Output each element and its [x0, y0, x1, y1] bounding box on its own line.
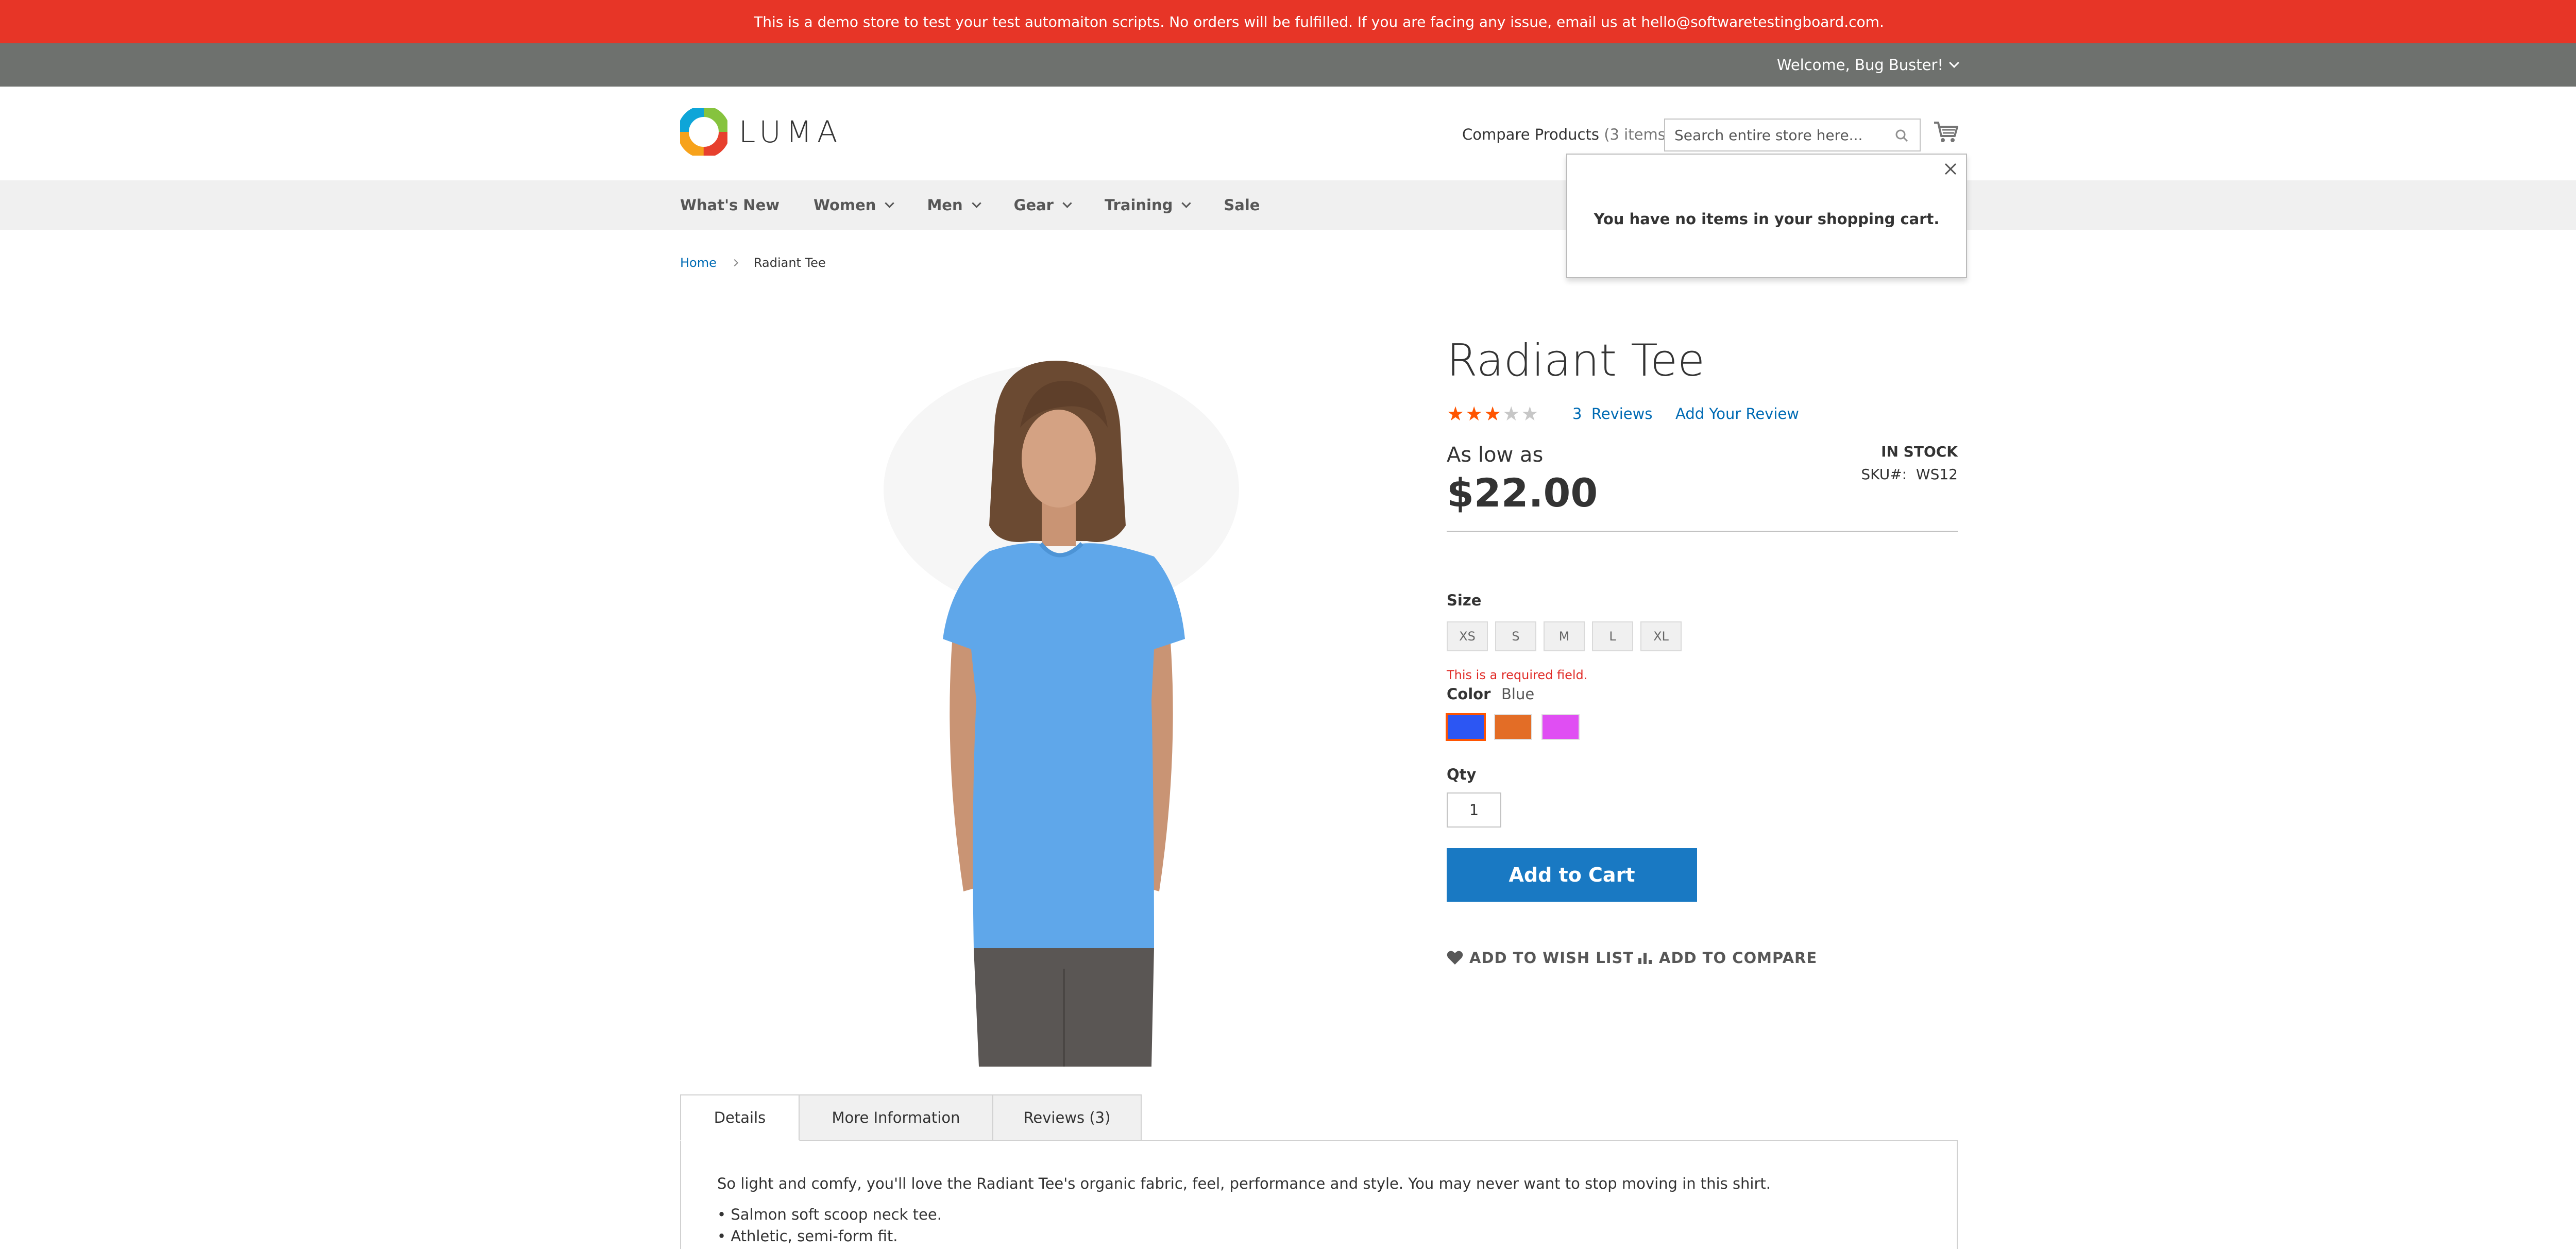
tab-details[interactable]: Details [680, 1094, 800, 1141]
demo-notice-banner: This is a demo store to test your test a… [0, 0, 2576, 43]
sku-label: SKU#: [1861, 466, 1907, 483]
nav-item-men[interactable]: Men [927, 196, 981, 214]
tab-content-details: So light and comfy, you'll love the Radi… [680, 1140, 1958, 1249]
product-title: Radiant Tee [1447, 335, 1705, 386]
heart-icon [1447, 951, 1463, 965]
compare-products-link[interactable]: Compare Products (3 items) [1462, 126, 1671, 143]
add-to-compare-link[interactable]: ADD TO COMPARE [1637, 949, 1817, 967]
panel-header: Welcome, Bug Buster! [0, 43, 2576, 87]
qty-label: Qty [1447, 766, 1477, 783]
nav-item-label: What's New [680, 196, 780, 214]
wishlist-label: ADD TO WISH LIST [1469, 949, 1634, 967]
nav-item-women[interactable]: Women [814, 196, 895, 214]
search-icon[interactable] [1895, 129, 1908, 142]
color-selected-value: Blue [1501, 685, 1535, 703]
minicart-empty-message: You have no items in your shopping cart. [1594, 210, 1940, 228]
divider [1447, 531, 1958, 532]
star-filled-icon: ★ [1484, 402, 1502, 425]
demo-notice-text: This is a demo store to test your test a… [754, 13, 1884, 30]
color-label: Color [1447, 685, 1491, 703]
nav-item-whats-new[interactable]: What's New [680, 196, 779, 214]
size-options: XS S M L XL [1447, 621, 1682, 651]
size-swatch-m[interactable]: M [1544, 621, 1585, 651]
customer-menu-toggle[interactable]: Welcome, Bug Buster! [1776, 43, 1959, 87]
star-filled-icon: ★ [1447, 402, 1465, 425]
nav-item-label: Sale [1224, 196, 1260, 214]
star-filled-icon: ★ [1465, 402, 1483, 425]
nav-item-label: Gear [1013, 196, 1054, 214]
rating-stars: ★ ★ ★ ★ ★ [1447, 404, 1539, 424]
star-empty-icon: ★ [1521, 402, 1539, 425]
add-to-wishlist-link[interactable]: ADD TO WISH LIST [1447, 949, 1634, 967]
luma-logo-icon [680, 108, 727, 156]
nav-item-sale[interactable]: Sale [1224, 196, 1260, 214]
chevron-down-icon [1062, 198, 1072, 208]
chevron-down-icon [885, 198, 895, 208]
logo-text: LUMA [739, 114, 843, 149]
add-review-link[interactable]: Add Your Review [1675, 405, 1799, 423]
breadcrumb-home[interactable]: Home [680, 256, 717, 270]
tab-more-information[interactable]: More Information [799, 1094, 993, 1141]
compare-products-count: (3 items) [1604, 126, 1672, 143]
compare-bars-icon [1638, 953, 1652, 964]
reviews-link[interactable]: 3 Reviews [1572, 405, 1652, 423]
qty-input[interactable] [1447, 792, 1501, 828]
sku-value: WS12 [1916, 466, 1958, 483]
nav-item-label: Women [814, 196, 876, 214]
description-bullet: • Salmon soft scoop neck tee. [717, 1206, 942, 1223]
size-swatch-l[interactable]: L [1592, 621, 1633, 651]
minicart-dropdown: You have no items in your shopping cart. [1566, 154, 1967, 278]
add-to-cart-button[interactable]: Add to Cart [1447, 848, 1697, 902]
description-bullet: • Athletic, semi-form fit. [717, 1227, 898, 1245]
compare-products-label: Compare Products [1462, 126, 1599, 143]
color-swatch-blue[interactable] [1446, 713, 1486, 741]
tab-reviews[interactable]: Reviews (3) [992, 1094, 1142, 1141]
color-swatch-orange[interactable] [1494, 714, 1532, 740]
logo[interactable]: LUMA [680, 108, 843, 156]
cart-icon[interactable] [1933, 120, 1959, 144]
size-swatch-xl[interactable]: XL [1640, 621, 1682, 651]
search-box [1664, 119, 1921, 151]
reviews-count: 3 [1572, 405, 1582, 423]
nav-item-gear[interactable]: Gear [1013, 196, 1072, 214]
product-tabs: Details More Information Reviews (3) [680, 1094, 1142, 1141]
close-icon[interactable] [1941, 160, 1960, 178]
breadcrumb-current: Radiant Tee [753, 256, 826, 270]
product-price: $22.00 [1447, 470, 1598, 516]
product-sku: SKU#: WS12 [1861, 466, 1958, 483]
size-swatch-xs[interactable]: XS [1447, 621, 1488, 651]
chevron-down-icon [1949, 58, 1959, 68]
product-image[interactable] [866, 340, 1257, 1067]
compare-label: ADD TO COMPARE [1659, 949, 1818, 967]
chevron-down-icon [1181, 198, 1192, 208]
reviews-label: Reviews [1591, 405, 1653, 423]
size-label: Size [1447, 592, 1482, 609]
breadcrumb: Home Radiant Tee [680, 256, 826, 270]
nav-item-training[interactable]: Training [1104, 196, 1192, 214]
chevron-right-icon [731, 259, 738, 267]
color-options [1446, 713, 1580, 741]
nav-item-label: Men [927, 196, 963, 214]
size-required-error: This is a required field. [1447, 668, 1588, 682]
color-swatch-purple[interactable] [1541, 714, 1580, 740]
chevron-down-icon [971, 198, 981, 208]
welcome-text: Welcome, Bug Buster! [1776, 56, 1943, 74]
price-prefix: As low as [1447, 443, 1544, 467]
size-swatch-s[interactable]: S [1495, 621, 1536, 651]
nav-item-label: Training [1104, 196, 1173, 214]
search-input[interactable] [1665, 126, 1882, 144]
star-empty-icon: ★ [1502, 402, 1520, 425]
main-navigation: What's New Women Men Gear Training Sale [0, 180, 2576, 230]
product-description: So light and comfy, you'll love the Radi… [717, 1175, 1771, 1192]
stock-status: IN STOCK [1881, 443, 1958, 460]
